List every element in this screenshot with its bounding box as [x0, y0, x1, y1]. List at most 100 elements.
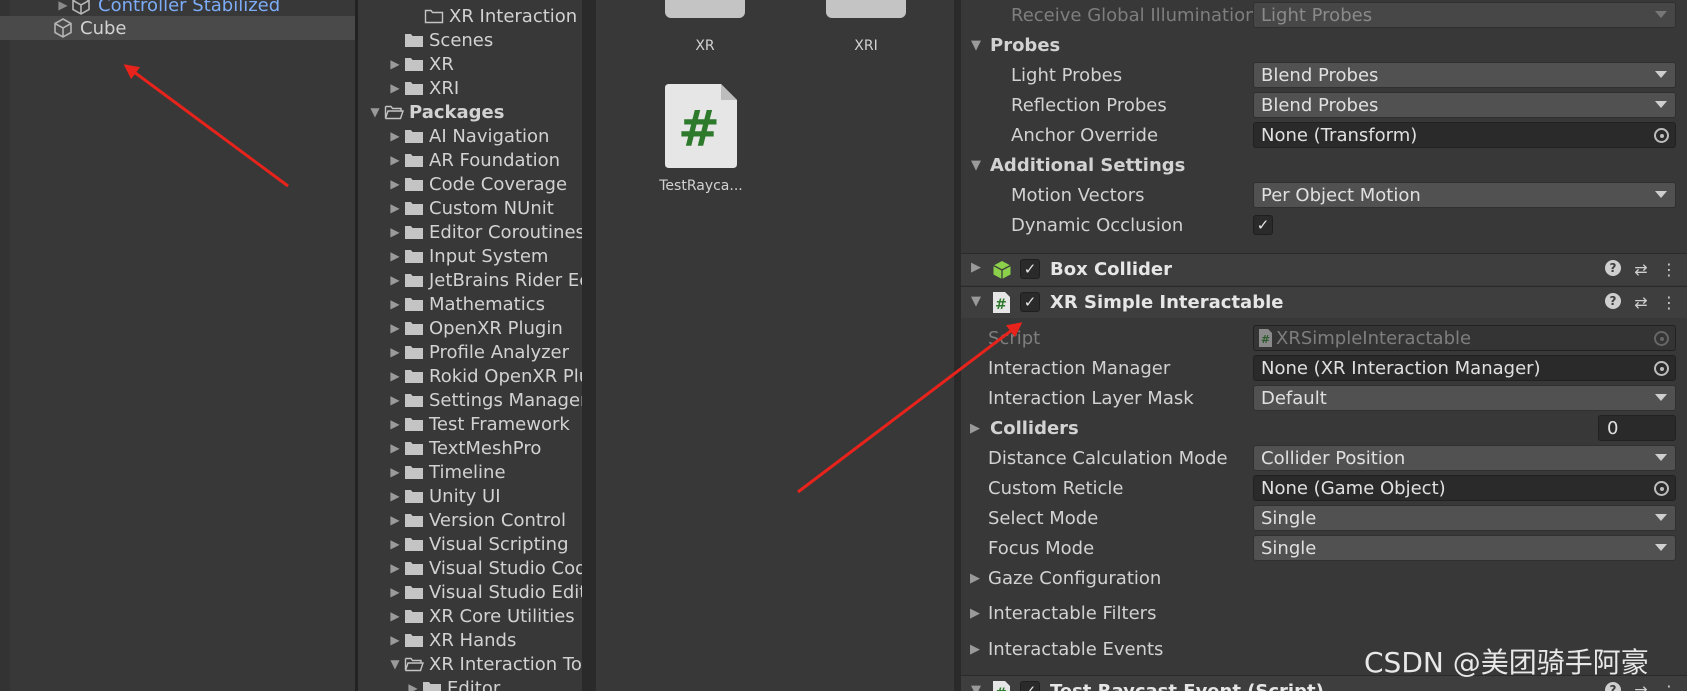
- script-file-icon[interactable]: #: [665, 84, 737, 168]
- expand-arrow-icon[interactable]: ▶: [970, 642, 980, 657]
- help-icon[interactable]: ?: [1605, 682, 1621, 691]
- tree-item-package[interactable]: ▶ Timeline: [386, 460, 505, 484]
- tree-item-package[interactable]: ▶ AI Navigation: [386, 124, 549, 148]
- tree-item-editor[interactable]: ▶ Editor: [404, 676, 500, 691]
- object-picker-icon[interactable]: [1654, 128, 1669, 143]
- asset-label[interactable]: XR: [645, 38, 765, 54]
- tree-item-scenes[interactable]: Scenes: [404, 28, 493, 52]
- more-icon[interactable]: ⋮: [1661, 293, 1677, 312]
- tree-item-package[interactable]: ▶ Unity UI: [386, 484, 500, 508]
- expand-arrow-icon[interactable]: ▶: [386, 273, 404, 287]
- expand-arrow-icon[interactable]: ▶: [386, 249, 404, 263]
- tree-item-package[interactable]: ▶ Visual Studio Cod: [386, 556, 586, 580]
- tree-item-package[interactable]: ▶ Custom NUnit: [386, 196, 553, 220]
- more-icon[interactable]: ⋮: [1661, 682, 1677, 691]
- expand-arrow-icon[interactable]: ▶: [404, 681, 422, 691]
- anchor-override-field[interactable]: None (Transform): [1253, 122, 1676, 148]
- tree-item-package[interactable]: ▶ Editor Coroutines: [386, 220, 585, 244]
- expand-arrow-icon[interactable]: ▶: [386, 393, 404, 407]
- object-picker-icon[interactable]: [1654, 481, 1669, 496]
- tree-item-package[interactable]: ▶ Visual Scripting: [386, 532, 568, 556]
- collapse-arrow-icon[interactable]: ▼: [366, 105, 384, 119]
- asset-label[interactable]: TestRayca...: [641, 178, 761, 194]
- component-enabled-checkbox[interactable]: ✓: [1020, 292, 1040, 312]
- tree-item-package[interactable]: ▶ OpenXR Plugin: [386, 316, 562, 340]
- tree-item-package[interactable]: ▶ Version Control: [386, 508, 566, 532]
- collapse-arrow-icon[interactable]: ▼: [971, 683, 981, 691]
- expand-arrow-icon[interactable]: ▶: [386, 441, 404, 455]
- tree-item-package[interactable]: ▶ AR Foundation: [386, 148, 560, 172]
- dynamic-occlusion-checkbox[interactable]: ✓: [1253, 215, 1273, 235]
- collapse-arrow-icon[interactable]: ▼: [971, 158, 981, 173]
- tree-item-package[interactable]: ▶ Code Coverage: [386, 172, 567, 196]
- field-colliders[interactable]: ▶ Colliders 0: [961, 413, 1687, 443]
- asset-label[interactable]: XRI: [806, 38, 926, 54]
- tree-item-xr-interaction-t[interactable]: XR Interaction T: [424, 4, 588, 28]
- expand-arrow-icon[interactable]: ▶: [386, 465, 404, 479]
- select-mode-dropdown[interactable]: Single: [1253, 505, 1676, 531]
- expand-arrow-icon[interactable]: ▶: [386, 561, 404, 575]
- tree-item-package[interactable]: ▶ TextMeshPro: [386, 436, 541, 460]
- tree-item-package[interactable]: ▶ Rokid OpenXR Plu: [386, 364, 588, 388]
- asset-thumbnail-xri[interactable]: [826, 0, 906, 18]
- tree-item-package[interactable]: ▶ Test Framework: [386, 412, 569, 436]
- expand-arrow-icon[interactable]: ▶: [386, 513, 404, 527]
- component-enabled-checkbox[interactable]: ✓: [1020, 259, 1040, 279]
- panel-splitter[interactable]: [954, 0, 961, 691]
- collapse-arrow-icon[interactable]: ▼: [971, 294, 981, 309]
- foldout-gaze-configuration[interactable]: ▶ Gaze Configuration: [961, 563, 1687, 593]
- expand-arrow-icon[interactable]: ▶: [970, 421, 980, 436]
- component-enabled-checkbox[interactable]: ✓: [1020, 681, 1040, 691]
- expand-arrow-icon[interactable]: ▶: [386, 369, 404, 383]
- section-probes[interactable]: ▼ Probes: [961, 30, 1687, 60]
- colliders-size-field[interactable]: 0: [1598, 415, 1676, 441]
- tree-item-package[interactable]: ▶ JetBrains Rider Ec: [386, 268, 588, 292]
- presets-icon[interactable]: ⇄: [1633, 260, 1649, 279]
- component-header-box-collider[interactable]: ▶ ✓ Box Collider ? ⇄ ⋮: [961, 253, 1687, 285]
- component-header-xr-simple-interactable[interactable]: ▼ # ✓ XR Simple Interactable ? ⇄ ⋮: [961, 286, 1687, 318]
- expand-arrow-icon[interactable]: ▶: [971, 260, 981, 275]
- expand-arrow-icon[interactable]: ▶: [386, 57, 404, 71]
- expand-arrow-icon[interactable]: ▶: [386, 537, 404, 551]
- panel-splitter[interactable]: [588, 0, 596, 691]
- expand-arrow-icon[interactable]: ▶: [386, 81, 404, 95]
- asset-thumbnail-xr[interactable]: [665, 0, 745, 18]
- expand-arrow-icon[interactable]: ▶: [386, 177, 404, 191]
- expand-arrow-icon[interactable]: ▶: [386, 297, 404, 311]
- presets-icon[interactable]: ⇄: [1633, 293, 1649, 312]
- object-picker-icon[interactable]: [1654, 361, 1669, 376]
- expand-arrow-icon[interactable]: ▶: [386, 585, 404, 599]
- tree-item-package[interactable]: ▶ XR Core Utilities: [386, 604, 574, 628]
- expand-arrow-icon[interactable]: ▶: [970, 606, 980, 621]
- expand-arrow-icon[interactable]: ▶: [386, 321, 404, 335]
- expand-arrow-icon[interactable]: ▶: [386, 201, 404, 215]
- expand-arrow-icon[interactable]: ▶: [386, 225, 404, 239]
- expand-arrow-icon[interactable]: ▶: [56, 0, 70, 12]
- tree-item-package[interactable]: ▶ Profile Analyzer: [386, 340, 569, 364]
- section-additional-settings[interactable]: ▼ Additional Settings: [961, 150, 1687, 180]
- interaction-manager-field[interactable]: None (XR Interaction Manager): [1253, 355, 1676, 381]
- expand-arrow-icon[interactable]: ▶: [386, 609, 404, 623]
- interaction-layer-mask-dropdown[interactable]: Default: [1253, 385, 1676, 411]
- expand-arrow-icon[interactable]: ▶: [386, 633, 404, 647]
- help-icon[interactable]: ?: [1605, 293, 1621, 309]
- tree-item-package[interactable]: ▶ Input System: [386, 244, 548, 268]
- tree-item-xri[interactable]: ▶ XRI: [386, 76, 459, 100]
- light-probes-dropdown[interactable]: Blend Probes: [1253, 62, 1676, 88]
- expand-arrow-icon[interactable]: ▶: [386, 489, 404, 503]
- tree-item-packages[interactable]: ▼ Packages: [366, 100, 504, 124]
- reflection-probes-dropdown[interactable]: Blend Probes: [1253, 92, 1676, 118]
- distance-calc-dropdown[interactable]: Collider Position: [1253, 445, 1676, 471]
- hierarchy-item-cube[interactable]: Cube: [0, 16, 355, 40]
- tree-item-package[interactable]: ▼ XR Interaction Toc: [386, 652, 588, 676]
- custom-reticle-field[interactable]: None (Game Object): [1253, 475, 1676, 501]
- more-icon[interactable]: ⋮: [1661, 260, 1677, 279]
- expand-arrow-icon[interactable]: ▶: [970, 571, 980, 586]
- foldout-interactable-filters[interactable]: ▶ Interactable Filters: [961, 598, 1687, 628]
- help-icon[interactable]: ?: [1605, 260, 1621, 276]
- focus-mode-dropdown[interactable]: Single: [1253, 535, 1676, 561]
- presets-icon[interactable]: ⇄: [1633, 682, 1649, 691]
- tree-item-xr[interactable]: ▶ XR: [386, 52, 453, 76]
- hierarchy-item-controller-stabilized[interactable]: ▶ Controller Stabilized: [0, 0, 355, 17]
- expand-arrow-icon[interactable]: ▶: [386, 417, 404, 431]
